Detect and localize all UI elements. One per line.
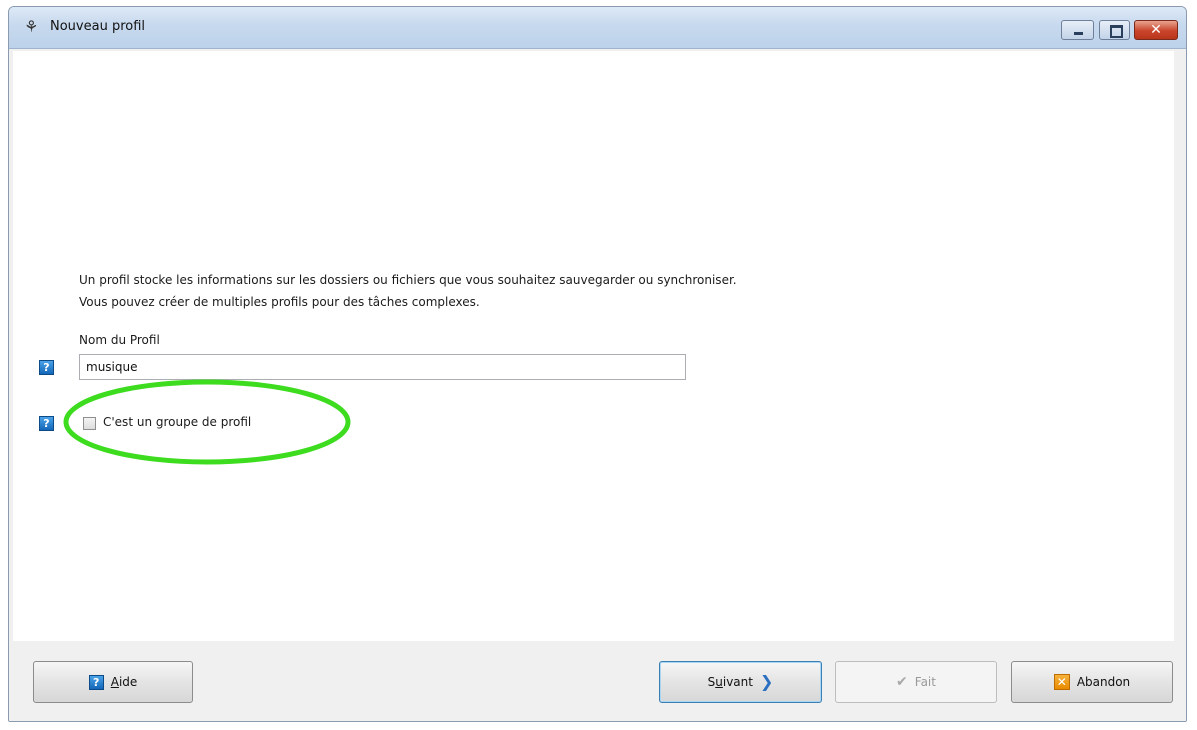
next-button[interactable]: Suivant ❯ — [659, 661, 822, 703]
cancel-icon: ✕ — [1053, 674, 1070, 690]
maximize-button[interactable] — [1099, 20, 1130, 40]
checkmark-icon: ✔ — [896, 674, 908, 690]
group-help-icon[interactable]: ? — [39, 416, 54, 431]
minimize-icon — [1074, 32, 1083, 35]
help-icon: ? — [88, 674, 104, 690]
cancel-button-label: Abandon — [1076, 675, 1131, 689]
wizard-content: Un profil stocke les informations sur le… — [13, 51, 1174, 642]
title-bar[interactable]: ⚘ Nouveau profil ✕ — [9, 7, 1186, 49]
close-icon: ✕ — [1150, 22, 1162, 38]
profile-name-label: Nom du Profil — [79, 333, 160, 347]
close-button[interactable]: ✕ — [1134, 20, 1178, 40]
profile-name-help-icon[interactable]: ? — [39, 360, 54, 375]
minimize-button[interactable] — [1061, 20, 1094, 40]
help-button[interactable]: ? Aide — [33, 661, 193, 703]
help-button-label: Aide — [110, 675, 138, 689]
done-button-label: Fait — [914, 675, 936, 689]
dialog-window: ⚘ Nouveau profil ✕ Un profil stocke les … — [8, 6, 1187, 722]
done-button[interactable]: ✔ Fait — [835, 661, 997, 703]
app-icon: ⚘ — [24, 17, 39, 36]
intro-text-line-1: Un profil stocke les informations sur le… — [79, 273, 737, 287]
dialog-footer: ? Aide Suivant ❯ ✔ Fait ✕ Abandon — [9, 641, 1186, 721]
cancel-button[interactable]: ✕ Abandon — [1011, 661, 1173, 703]
intro-text-line-2: Vous pouvez créer de multiples profils p… — [79, 295, 480, 309]
chevron-right-icon: ❯ — [759, 672, 774, 691]
highlight-ellipse — [63, 379, 351, 465]
next-button-label: Suivant — [707, 675, 753, 689]
maximize-icon — [1110, 25, 1123, 38]
window-title: Nouveau profil — [50, 19, 146, 34]
